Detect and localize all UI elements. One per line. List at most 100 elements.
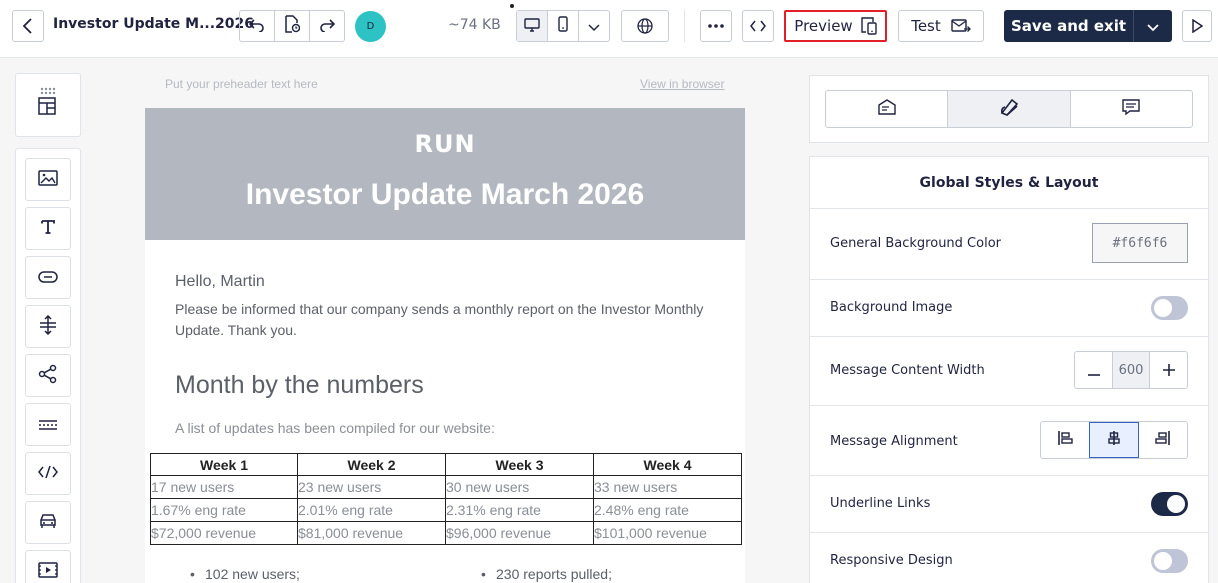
block-button[interactable] bbox=[25, 256, 71, 299]
block-spacer[interactable] bbox=[25, 305, 71, 348]
list-item[interactable]: 230 reports pulled; bbox=[481, 566, 612, 582]
structure-icon bbox=[37, 96, 57, 120]
preheader-text[interactable]: Put your preheader text here bbox=[165, 77, 318, 91]
bg-image-label: Background Image bbox=[830, 300, 953, 315]
send-button[interactable] bbox=[1182, 10, 1212, 42]
save-and-exit-label[interactable]: Save and exit bbox=[1004, 10, 1134, 42]
brand-logo: RUN bbox=[414, 130, 476, 158]
desktop-view-button[interactable] bbox=[517, 11, 548, 41]
align-center-button[interactable] bbox=[1089, 422, 1139, 458]
underline-links-toggle[interactable] bbox=[1151, 492, 1188, 516]
play-icon bbox=[1191, 19, 1203, 33]
block-menu[interactable] bbox=[25, 501, 71, 544]
align-right-icon bbox=[1155, 430, 1171, 450]
general-bg-color-row: General Background Color #f6f6f6 bbox=[810, 209, 1208, 280]
social-icon bbox=[38, 364, 58, 388]
table-cell: 17 new users bbox=[150, 476, 298, 499]
redo-icon bbox=[319, 17, 336, 36]
send-email-icon bbox=[951, 19, 971, 33]
preview-button[interactable]: Preview bbox=[784, 10, 887, 42]
test-label: Test bbox=[911, 17, 941, 35]
metrics-table[interactable]: Week 1 Week 2 Week 3 Week 4 17 new users… bbox=[150, 453, 742, 545]
section-heading[interactable]: Month by the numbers bbox=[175, 371, 424, 400]
align-right-button[interactable] bbox=[1139, 422, 1187, 458]
globe-icon bbox=[637, 18, 653, 34]
decrement-button[interactable] bbox=[1075, 352, 1112, 388]
table-cell: 2.48% eng rate bbox=[594, 499, 742, 522]
bg-color-swatch[interactable]: #f6f6f6 bbox=[1092, 223, 1188, 263]
table-header: Week 3 bbox=[446, 453, 594, 476]
phone-icon bbox=[558, 16, 568, 36]
device-dropdown-button[interactable] bbox=[579, 11, 609, 41]
chevron-down-icon bbox=[1147, 17, 1159, 36]
tab-global-styles[interactable] bbox=[948, 91, 1071, 127]
menu-icon bbox=[38, 513, 58, 533]
table-header: Week 2 bbox=[298, 453, 446, 476]
table-header: Week 4 bbox=[594, 453, 742, 476]
chevron-left-icon bbox=[22, 18, 34, 34]
hero-title[interactable]: Investor Update March 2026 bbox=[145, 178, 745, 212]
file-clock-icon bbox=[284, 15, 301, 37]
tab-comments[interactable] bbox=[1071, 91, 1192, 127]
increment-button[interactable] bbox=[1150, 352, 1187, 388]
block-image[interactable] bbox=[25, 158, 71, 201]
table-header-row: Week 1 Week 2 Week 3 Week 4 bbox=[150, 453, 742, 476]
top-toolbar: Investor Update M...2026 D ~74 KB Previe… bbox=[0, 0, 1218, 58]
hero-banner[interactable]: RUN Investor Update March 2026 bbox=[145, 108, 745, 240]
version-history-button[interactable] bbox=[275, 11, 310, 41]
content-blocks-palette bbox=[15, 148, 81, 583]
bg-image-toggle[interactable] bbox=[1151, 296, 1188, 320]
content-width-value[interactable]: 600 bbox=[1112, 352, 1150, 388]
button-icon bbox=[38, 268, 58, 287]
align-left-button[interactable] bbox=[1041, 422, 1089, 458]
block-html[interactable] bbox=[25, 452, 71, 495]
settings-tabs bbox=[825, 90, 1193, 128]
envelope-settings-icon bbox=[877, 98, 897, 120]
align-center-icon bbox=[1106, 430, 1122, 450]
block-social[interactable] bbox=[25, 354, 71, 397]
underline-links-row: Underline Links bbox=[810, 476, 1208, 533]
block-text[interactable] bbox=[25, 207, 71, 250]
section-subtitle[interactable]: A list of updates has been compiled for … bbox=[175, 420, 495, 436]
more-options-button[interactable] bbox=[700, 10, 732, 42]
list-item[interactable]: 102 new users; bbox=[190, 566, 300, 582]
document-title[interactable]: Investor Update M...2026 bbox=[53, 16, 254, 32]
paint-icon bbox=[999, 98, 1019, 120]
alignment-row: Message Alignment bbox=[810, 406, 1208, 476]
mobile-view-button[interactable] bbox=[548, 11, 579, 41]
undo-button[interactable] bbox=[240, 11, 275, 41]
general-bg-color-label: General Background Color bbox=[830, 236, 1001, 251]
responsive-design-row: Responsive Design bbox=[810, 533, 1208, 583]
responsive-design-toggle[interactable] bbox=[1151, 549, 1188, 573]
view-in-browser-link[interactable]: View in browser bbox=[640, 77, 724, 91]
code-icon bbox=[750, 20, 766, 32]
email-canvas[interactable]: RUN Investor Update March 2026 Hello, Ma… bbox=[145, 108, 745, 583]
undo-icon bbox=[248, 17, 265, 36]
code-view-button[interactable] bbox=[742, 10, 774, 42]
avatar[interactable]: D bbox=[355, 11, 386, 42]
save-and-exit-button[interactable]: Save and exit bbox=[1004, 10, 1172, 42]
table-cell: 23 new users bbox=[298, 476, 446, 499]
language-button[interactable] bbox=[621, 10, 669, 42]
message-size: ~74 KB bbox=[448, 17, 501, 33]
responsive-design-label: Responsive Design bbox=[830, 553, 953, 568]
block-divider[interactable] bbox=[25, 403, 71, 446]
save-options-dropdown[interactable] bbox=[1134, 10, 1172, 42]
back-button[interactable] bbox=[12, 10, 44, 42]
tab-email-settings[interactable] bbox=[826, 91, 949, 127]
table-cell: 30 new users bbox=[446, 476, 594, 499]
intro-paragraph[interactable]: Please be informed that our company send… bbox=[175, 299, 720, 341]
greeting-text[interactable]: Hello, Martin bbox=[175, 273, 265, 291]
table-row: 17 new users 23 new users 30 new users 3… bbox=[150, 476, 742, 499]
test-button[interactable]: Test bbox=[898, 10, 984, 42]
table-header: Week 1 bbox=[150, 453, 298, 476]
divider-icon bbox=[38, 415, 58, 434]
block-video[interactable] bbox=[25, 550, 71, 583]
redo-button[interactable] bbox=[310, 11, 344, 41]
bg-image-row: Background Image bbox=[810, 280, 1208, 337]
table-cell: $96,000 revenue bbox=[446, 522, 594, 545]
text-icon bbox=[40, 219, 56, 239]
table-row: 1.67% eng rate 2.01% eng rate 2.31% eng … bbox=[150, 499, 742, 522]
more-horizontal-icon bbox=[708, 24, 724, 28]
structures-block[interactable] bbox=[15, 73, 81, 137]
